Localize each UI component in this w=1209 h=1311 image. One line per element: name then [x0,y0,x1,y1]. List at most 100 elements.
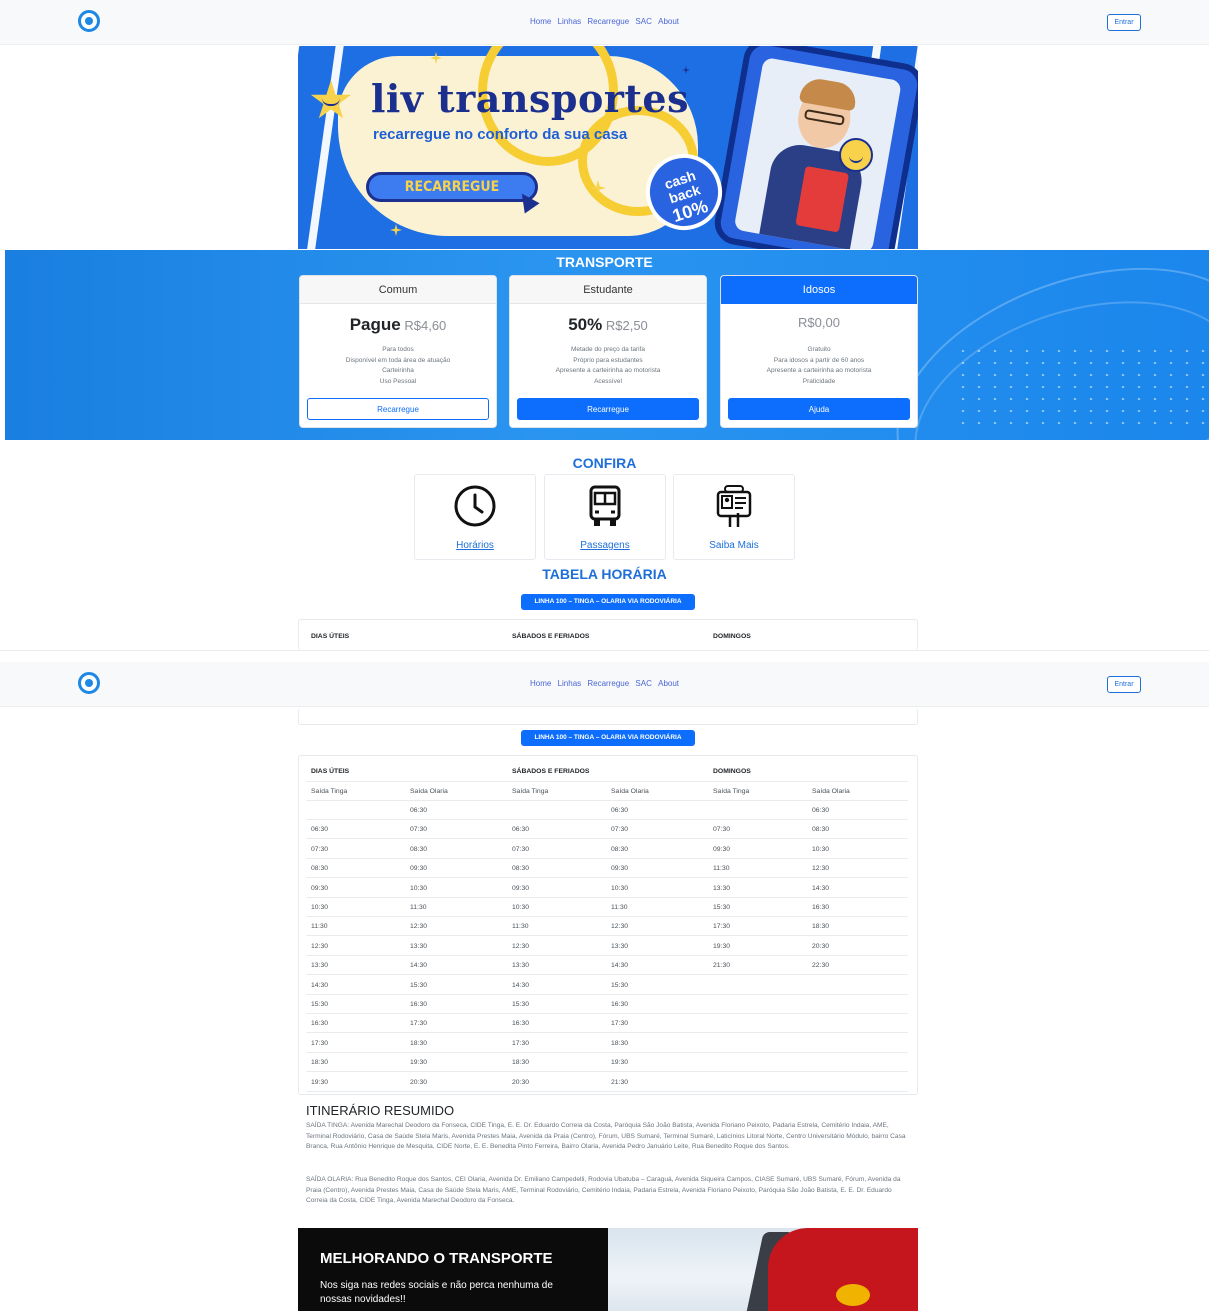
time-cell: 14:30 [410,962,428,970]
row-divider [306,1051,908,1053]
fare-feature: Carteirinha [382,367,414,374]
tile-label[interactable]: Saiba Mais [674,540,794,551]
time-cell: 08:30 [311,865,329,873]
timetable-box-prev [298,708,918,725]
time-cell: 20:30 [410,1078,428,1086]
row-divider [306,877,908,879]
time-cell: 19:30 [311,1078,329,1086]
tile-label[interactable]: Passagens [545,540,665,551]
time-cell: 09:30 [512,884,530,892]
column-header: Saída Olaria [611,788,649,795]
time-cell: 16:30 [311,1020,329,1028]
recharge-estudante-button[interactable]: Recarregue [517,398,699,420]
nav-link-recarregue[interactable]: Recarregue [587,17,629,26]
promo-title: MELHORANDO O TRANSPORTE [320,1250,553,1267]
tile-passagens[interactable]: Passagens [544,474,666,560]
nav-link-recarregue[interactable]: Recarregue [587,679,629,688]
recharge-comum-button[interactable]: Recarregue [307,398,489,420]
time-cell: 16:30 [512,1020,530,1028]
fare-card-title: Comum [300,276,496,304]
row-divider [306,954,908,956]
nav-links: Home Linhas Recarregue SAC About [0,679,1209,688]
nav-link-about[interactable]: About [658,17,679,26]
time-cell: 10:30 [512,904,530,911]
time-cell: 07:30 [410,826,428,834]
phone-illustration [711,46,918,249]
time-cell: 16:30 [611,1001,629,1008]
nav-link-home[interactable]: Home [530,679,551,688]
nav-link-linhas[interactable]: Linhas [558,17,582,26]
timetable-box-top [298,619,918,650]
price-value: R$2,50 [605,318,648,333]
route-select-button[interactable]: LINHA 100 – TINGA – OLARIA VIA RODOVIÁRI… [521,730,695,746]
group-dias-uteis: DIAS ÚTEIS [311,768,350,775]
decor-dots [955,345,1205,430]
nav-link-home[interactable]: Home [530,17,551,26]
fare-feature: Acessível [594,377,622,385]
timetable-title: TABELA HORÁRIA [542,566,667,582]
banner-recharge-button[interactable]: RECARREGUE [366,172,538,202]
tile-horarios[interactable]: Horários [414,474,536,560]
row-divider [306,993,908,995]
time-cell: 07:30 [611,826,629,834]
fare-features: Gratuito Para idosos a partir de 60 anos… [721,345,917,387]
fare-card-title: Idosos [721,276,917,304]
fare-feature: Uso Pessoal [379,377,417,385]
price-prefix: Pague [349,315,401,334]
time-cell: 20:30 [512,1078,530,1086]
nav-link-sac[interactable]: SAC [635,17,651,26]
login-button[interactable]: Entrar [1107,676,1141,693]
row-divider [306,781,908,782]
time-cell: 09:30 [410,865,428,873]
price-value: R$4,60 [404,318,447,333]
time-cell: 14:30 [311,981,329,989]
sparkle-icon [390,224,402,236]
time-cell: 12:30 [611,923,629,931]
fare-price: R$0,00 [721,315,917,337]
nav-link-about[interactable]: About [658,679,679,688]
phone-screen [733,56,902,249]
fare-feature: Para idosos a partir de 60 anos [773,356,865,364]
time-cell: 18:30 [410,1039,428,1047]
time-cell: 07:30 [713,826,731,834]
time-cell: 19:30 [410,1059,428,1067]
time-cell: 12:30 [410,923,428,931]
banner-subtitle: recarregue no conforto da sua casa [373,126,628,143]
itinerary-olaria: SAÍDA OLARIA: Rua Benedito Roque dos San… [306,1176,901,1204]
time-cell: 06:30 [812,807,830,814]
time-cell: 06:30 [311,826,329,834]
hero-banner[interactable]: liv transportes recarregue no conforto d… [298,46,918,249]
route-select-button[interactable]: LINHA 100 – TINGA – OLARIA VIA RODOVIÁRI… [521,594,695,610]
nav-link-sac[interactable]: SAC [635,679,651,688]
help-button[interactable]: Ajuda [728,398,910,420]
time-cell: 08:30 [611,845,629,853]
tile-saiba-mais[interactable]: Saiba Mais [673,474,795,560]
confira-title: CONFIRA [572,455,637,471]
time-cell: 13:30 [311,962,329,970]
banner-title: liv transportes [371,76,689,121]
time-cell: 11:30 [311,923,328,931]
fare-feature: Metade do preço da tarifa [570,346,646,353]
fare-card-idosos: Idosos R$0,00 Gratuito Para idosos a par… [720,275,918,428]
time-cell: 15:30 [611,981,629,989]
tile-label[interactable]: Horários [415,540,535,551]
fare-feature: Próprio para estudantes [573,356,643,364]
time-cell: 08:30 [512,865,530,873]
time-cell: 21:30 [713,962,731,970]
time-cell: 20:30 [812,942,830,950]
transport-title: TRANSPORTE [556,254,653,270]
group-sabados: SÁBADOS E FERIADOS [512,768,590,775]
fare-feature: Gratuito [807,346,831,353]
group-sabados: SÁBADOS E FERIADOS [512,633,590,640]
time-cell: 18:30 [512,1059,530,1067]
login-button[interactable]: Entrar [1107,14,1141,31]
time-cell: 12:30 [812,865,830,873]
time-cell: 16:30 [410,1001,428,1008]
row-divider [306,819,908,820]
column-header: Saída Tinga [713,788,750,795]
clock-icon [415,483,535,529]
time-cell: 19:30 [713,942,731,950]
time-cell: 06:30 [611,807,629,814]
nav-link-linhas[interactable]: Linhas [558,679,582,688]
time-cell: 22:30 [812,962,830,970]
